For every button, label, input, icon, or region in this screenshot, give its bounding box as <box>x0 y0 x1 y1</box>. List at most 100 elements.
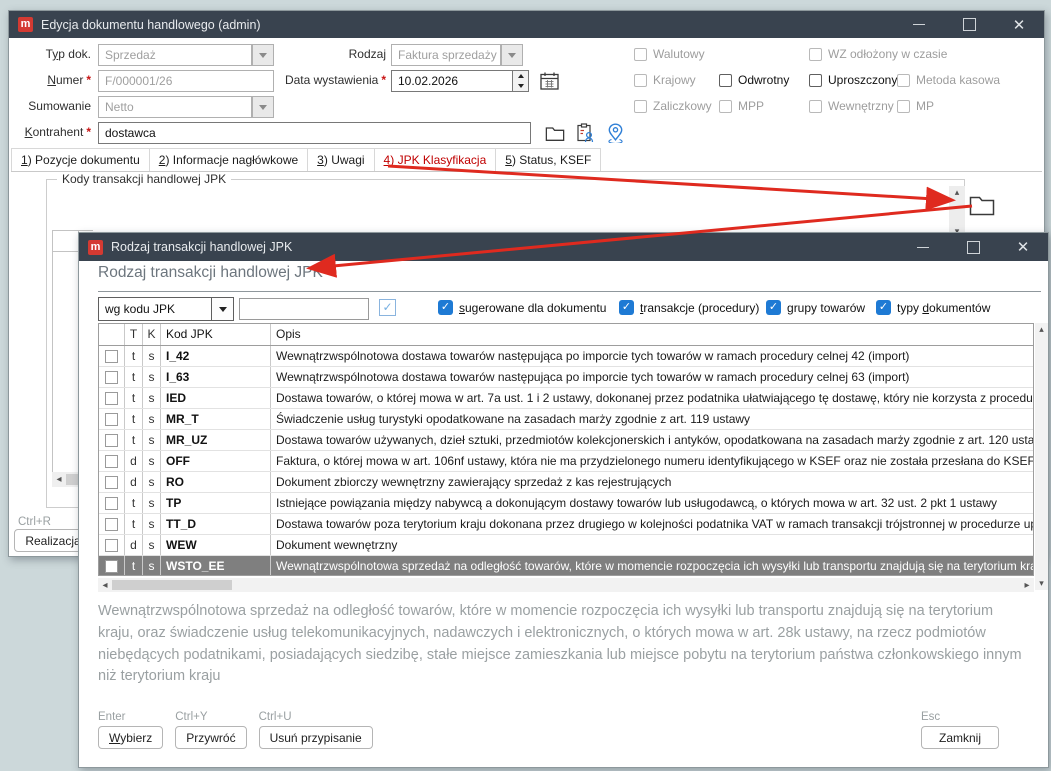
jpk-types-table: TKKod JPKOpistsI_42Wewnątrzwspólnotowa d… <box>98 323 1034 576</box>
sumowanie-dropdown-button[interactable] <box>252 96 274 118</box>
search-input[interactable] <box>239 298 369 320</box>
table-row-mr_t[interactable]: tsMR_TŚwiadczenie usług turystyki opodat… <box>99 409 1033 430</box>
table-row-ro[interactable]: dsRODokument zbiorczy wewnętrzny zawiera… <box>99 472 1033 493</box>
checkbox[interactable] <box>809 74 822 87</box>
column-header[interactable]: Opis <box>271 324 1033 345</box>
date-spinner[interactable] <box>513 70 529 92</box>
row-checkbox[interactable] <box>105 371 118 384</box>
sumowanie-combo[interactable]: Netto <box>98 96 252 118</box>
checkbox[interactable] <box>719 74 732 87</box>
row-select-cell[interactable] <box>99 472 125 492</box>
typ-dok-dropdown-button[interactable] <box>252 44 274 66</box>
table-vscrollbar[interactable]: ▴ ▾ <box>1035 323 1048 590</box>
checkbox <box>897 74 910 87</box>
dialog-maximize-icon[interactable] <box>948 234 998 261</box>
filter-grupy-checkbox[interactable]: ✓grupy towarów <box>766 300 865 315</box>
scroll-down-icon[interactable]: ▾ <box>1039 579 1044 588</box>
row-checkbox[interactable] <box>105 434 118 447</box>
kontrahent-location-pin-icon[interactable] <box>603 122 627 144</box>
filter-sugerowane-checkbox[interactable]: ✓sugerowane dla dokumentu <box>438 300 606 315</box>
filter-typy-checkbox[interactable]: ✓typy dokumentów <box>876 300 990 315</box>
tab-strip: 1) Pozycje dokumentu2) Informacje nagłów… <box>11 148 1042 172</box>
kontrahent-field[interactable]: dostawca <box>98 122 531 144</box>
search-filter-checkbox[interactable]: ✓ <box>379 299 396 316</box>
row-select-cell[interactable] <box>99 493 125 513</box>
table-hscrollbar[interactable]: ◂ ▸ <box>98 578 1034 592</box>
flag-checkbox-odwrotny[interactable]: Odwrotny <box>719 73 789 87</box>
data-wystawienia-field[interactable]: 10.02.2026 <box>391 70 513 92</box>
row-select-cell[interactable] <box>99 388 125 408</box>
column-header[interactable]: K <box>143 324 161 345</box>
numer-field[interactable]: F/000001/26 <box>98 70 274 92</box>
row-checkbox[interactable] <box>105 392 118 405</box>
chevron-down-icon <box>259 53 267 58</box>
column-header[interactable]: T <box>125 324 143 345</box>
kontrahent-verify-icon[interactable] <box>573 122 597 144</box>
jpk-codes-vscrollbar[interactable]: ▴ ▾ <box>949 186 965 238</box>
table-row-ied[interactable]: tsIEDDostawa towarów, o której mowa w ar… <box>99 388 1033 409</box>
row-select-cell[interactable] <box>99 514 125 534</box>
rodzaj-combo[interactable]: Faktura sprzedaży <box>391 44 501 66</box>
row-select-cell[interactable] <box>99 346 125 366</box>
close-icon[interactable]: ✕ <box>994 11 1044 38</box>
scroll-up-icon[interactable]: ▴ <box>1039 325 1044 334</box>
tab-status-ksef[interactable]: 5) Status, KSEF <box>495 148 601 171</box>
column-header[interactable] <box>99 324 125 345</box>
table-row-i_63[interactable]: tsI_63Wewnątrzwspólnotowa dostawa towaró… <box>99 367 1033 388</box>
row-checkbox[interactable] <box>105 350 118 363</box>
row-select-cell[interactable] <box>99 451 125 471</box>
row-checkbox[interactable] <box>105 455 118 468</box>
row-checkbox[interactable] <box>105 413 118 426</box>
dialog-minimize-icon[interactable] <box>898 234 948 261</box>
table-row-tt_d[interactable]: tsTT_DDostawa towarów poza terytorium kr… <box>99 514 1033 535</box>
row-checkbox[interactable] <box>105 476 118 489</box>
row-checkbox[interactable] <box>105 518 118 531</box>
calendar-icon[interactable] <box>537 70 561 92</box>
zamknij-button[interactable]: Zamknij <box>921 726 999 749</box>
scroll-up-icon[interactable]: ▴ <box>955 188 960 197</box>
usuń-przypisanie-button[interactable]: Usuń przypisanie <box>259 726 373 749</box>
rodzaj-dropdown-button[interactable] <box>501 44 523 66</box>
row-checkbox[interactable] <box>105 497 118 510</box>
row-checkbox[interactable] <box>105 560 118 573</box>
chevron-down-icon <box>259 105 267 110</box>
opis-cell: Dokument zbiorczy wewnętrzny zawierający… <box>271 472 1033 492</box>
jpk-codes-folder-button[interactable] <box>967 193 997 217</box>
row-select-cell[interactable] <box>99 367 125 387</box>
table-row-wsto_ee[interactable]: tsWSTO_EEWewnątrzwspólnotowa sprzedaż na… <box>99 556 1033 576</box>
row-select-cell[interactable] <box>99 535 125 555</box>
table-row-wew[interactable]: dsWEWDokument wewnętrzny <box>99 535 1033 556</box>
tab-informacje-nagłówkowe[interactable]: 2) Informacje nagłówkowe <box>149 148 308 171</box>
tab-pozycje-dokumentu[interactable]: 1) Pozycje dokumentu <box>11 148 150 171</box>
kontrahent-folder-icon[interactable] <box>543 122 567 144</box>
table-row-mr_uz[interactable]: tsMR_UZDostawa towarów używanych, dzieł … <box>99 430 1033 451</box>
filter-mode-combo[interactable]: wg kodu JPK <box>98 297 234 321</box>
spinner-down-icon[interactable] <box>513 81 528 91</box>
scroll-right-icon[interactable]: ▸ <box>1020 580 1034 591</box>
minimize-icon[interactable] <box>894 11 944 38</box>
scrollbar-thumb[interactable] <box>112 580 232 590</box>
scroll-left-icon[interactable]: ◂ <box>98 580 112 591</box>
row-select-cell[interactable] <box>99 430 125 450</box>
tab-jpk-klasyfikacja[interactable]: 4) JPK Klasyfikacja <box>374 148 497 171</box>
typ-dok-combo[interactable]: Sprzedaż <box>98 44 252 66</box>
dialog-titlebar: m Rodzaj transakcji handlowej JPK ✕ <box>79 233 1048 261</box>
table-row-off[interactable]: dsOFFFaktura, o której mowa w art. 106nf… <box>99 451 1033 472</box>
row-select-cell[interactable] <box>99 409 125 429</box>
table-row-i_42[interactable]: tsI_42Wewnątrzwspólnotowa dostawa towaró… <box>99 346 1033 367</box>
flag-checkbox-uproszczony[interactable]: Uproszczony <box>809 73 897 87</box>
row-select-cell[interactable] <box>99 556 125 576</box>
dialog-close-icon[interactable]: ✕ <box>998 234 1048 261</box>
table-row-tp[interactable]: tsTPIstniejące powiązania między nabywcą… <box>99 493 1033 514</box>
spinner-up-icon[interactable] <box>513 71 528 81</box>
button-shortcut: Enter <box>98 711 163 723</box>
filter-transakcje-checkbox[interactable]: ✓transakcje (procedury) <box>619 300 759 315</box>
row-checkbox[interactable] <box>105 539 118 552</box>
maximize-icon[interactable] <box>944 11 994 38</box>
column-header[interactable]: Kod JPK <box>161 324 271 345</box>
tab-uwagi[interactable]: 3) Uwagi <box>307 148 374 171</box>
filter-mode-dropdown-button[interactable] <box>211 298 233 320</box>
wybierz-button[interactable]: Wybierz <box>98 726 163 749</box>
przywróć-button[interactable]: Przywróć <box>175 726 246 749</box>
scroll-left-icon[interactable]: ◂ <box>52 472 66 487</box>
